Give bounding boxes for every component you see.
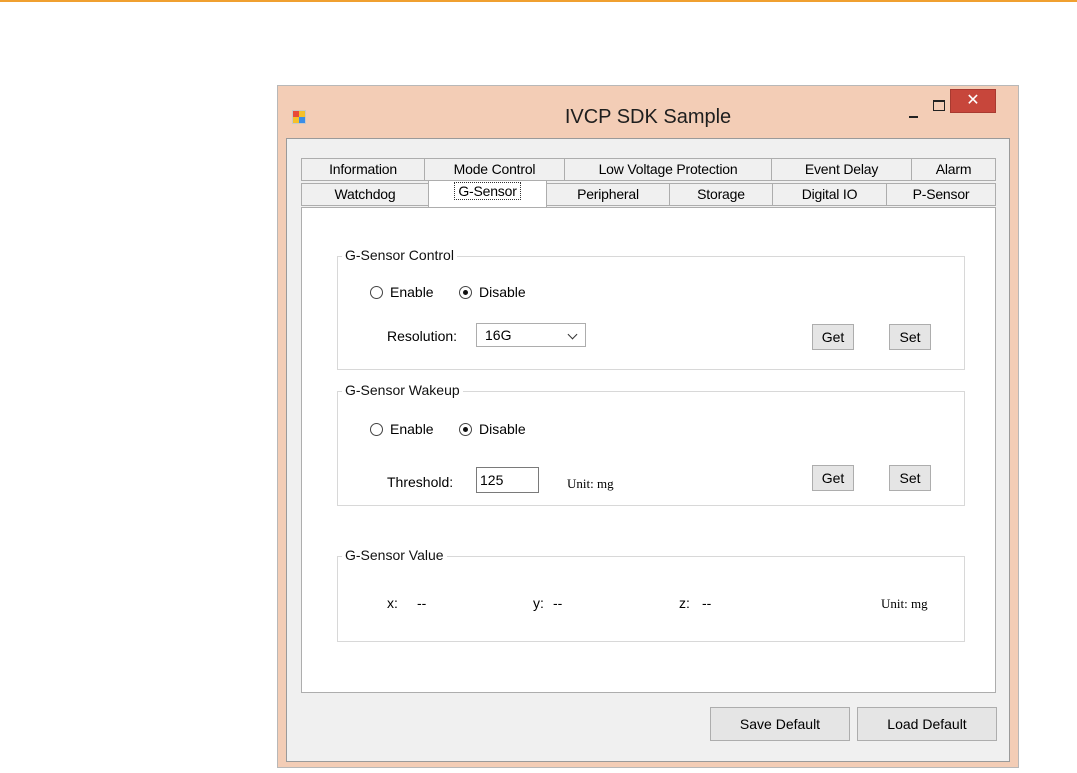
- threshold-label: Threshold:: [387, 474, 454, 490]
- radio-circle: [370, 285, 383, 299]
- wakeup-enable-label: Enable: [390, 421, 434, 437]
- resolution-value: 16G: [485, 327, 512, 343]
- wakeup-set-button[interactable]: Set: [889, 465, 931, 491]
- y-label: y:: [533, 595, 544, 611]
- wakeup-disable-radio[interactable]: Disable: [459, 421, 526, 437]
- close-icon[interactable]: ✕: [950, 89, 996, 113]
- tab-mode-control[interactable]: Mode Control: [424, 158, 565, 181]
- x-label: x:: [387, 595, 398, 611]
- y-value: --: [553, 595, 563, 611]
- control-disable-radio[interactable]: Disable: [459, 284, 526, 300]
- z-value: --: [702, 595, 712, 611]
- z-label: z:: [679, 595, 690, 611]
- g-sensor-value-group: G-Sensor Value x: -- y: -- z: -- Unit: m…: [337, 547, 965, 642]
- tab-event-delay[interactable]: Event Delay: [771, 158, 912, 181]
- control-set-button[interactable]: Set: [889, 324, 931, 350]
- client-area: Information Mode Control Low Voltage Pro…: [286, 138, 1010, 762]
- tab-p-sensor[interactable]: P-Sensor: [886, 183, 996, 206]
- tab-low-voltage-protection[interactable]: Low Voltage Protection: [564, 158, 772, 181]
- g-sensor-control-title: G-Sensor Control: [342, 247, 457, 263]
- radio-circle: [370, 422, 383, 436]
- tab-digital-io[interactable]: Digital IO: [772, 183, 887, 206]
- g-sensor-wakeup-group: G-Sensor Wakeup Enable Disable Threshold…: [337, 382, 965, 506]
- tab-storage[interactable]: Storage: [669, 183, 773, 206]
- wakeup-unit-label: Unit: mg: [567, 476, 614, 491]
- wakeup-disable-label: Disable: [479, 421, 526, 437]
- tab-alarm[interactable]: Alarm: [911, 158, 996, 181]
- threshold-input[interactable]: [476, 467, 539, 493]
- load-default-button[interactable]: Load Default: [857, 707, 997, 741]
- g-sensor-control-group: G-Sensor Control Enable Disable Resoluti…: [337, 247, 965, 370]
- resolution-label: Resolution:: [387, 328, 458, 344]
- wakeup-enable-radio[interactable]: Enable: [370, 421, 434, 437]
- radio-circle-checked: [459, 422, 472, 436]
- control-enable-label: Enable: [390, 284, 434, 300]
- g-sensor-value-title: G-Sensor Value: [342, 547, 447, 563]
- control-get-button[interactable]: Get: [812, 324, 854, 350]
- tab-g-sensor-label: G-Sensor: [454, 182, 521, 200]
- tab-information[interactable]: Information: [301, 158, 425, 181]
- maximize-icon[interactable]: [926, 94, 952, 114]
- control-enable-radio[interactable]: Enable: [370, 284, 434, 300]
- tab-watchdog[interactable]: Watchdog: [301, 183, 429, 206]
- save-default-button[interactable]: Save Default: [710, 707, 850, 741]
- title-bar[interactable]: IVCP SDK Sample ✕: [278, 86, 1018, 138]
- resolution-select[interactable]: 16G: [476, 323, 586, 347]
- minimize-icon[interactable]: [900, 102, 926, 122]
- g-sensor-tab-panel: G-Sensor Control Enable Disable Resoluti…: [301, 207, 996, 693]
- app-window: IVCP SDK Sample ✕ Information Mode Contr…: [277, 85, 1019, 768]
- tab-peripheral[interactable]: Peripheral: [546, 183, 670, 206]
- control-disable-label: Disable: [479, 284, 526, 300]
- radio-circle-checked: [459, 285, 472, 299]
- chevron-down-icon: [567, 329, 578, 340]
- top-accent-rule: [0, 0, 1077, 2]
- tab-g-sensor[interactable]: G-Sensor: [428, 180, 547, 207]
- x-value: --: [417, 595, 427, 611]
- wakeup-get-button[interactable]: Get: [812, 465, 854, 491]
- value-unit-label: Unit: mg: [881, 596, 928, 611]
- g-sensor-wakeup-title: G-Sensor Wakeup: [342, 382, 463, 398]
